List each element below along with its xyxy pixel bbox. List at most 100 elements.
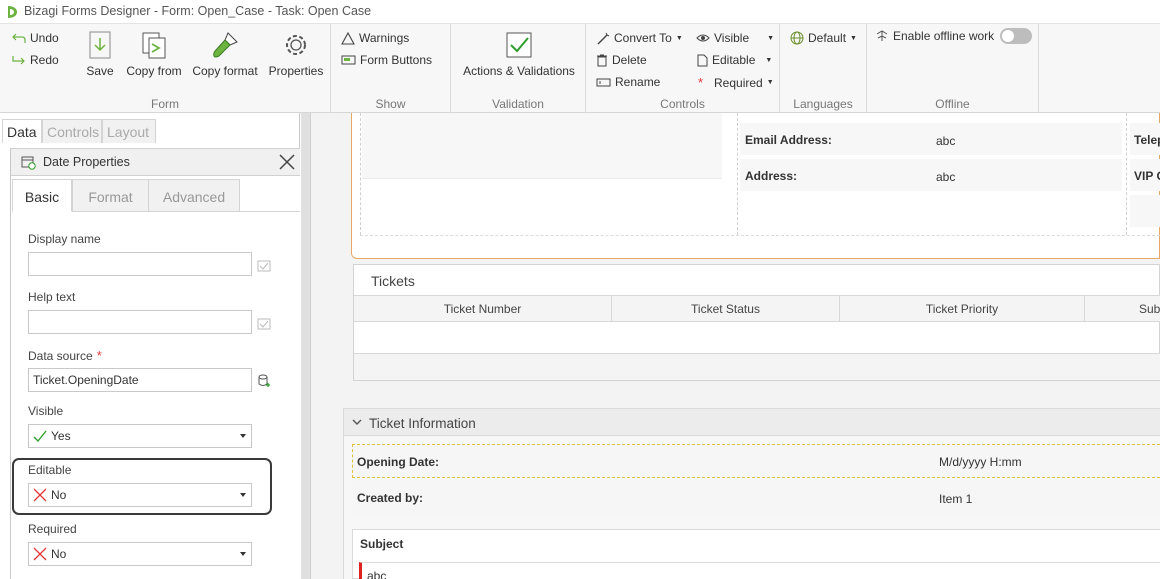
chevron-down-icon[interactable] [351,416,363,428]
tab-divider [148,211,300,212]
window-title: Bizagi Forms Designer - Form: Open_Case … [24,4,372,18]
display-name-field[interactable] [28,252,252,276]
group-label-validation: Validation [492,97,544,111]
ticket-information-header[interactable]: Ticket Information [343,408,1160,436]
rename-label: Rename [615,75,661,89]
canvas-scrollbar[interactable] [301,113,311,579]
warnings-button[interactable]: Warnings [341,31,409,45]
data-source-label: Data source * [28,348,102,363]
tab-layout[interactable]: Layout [102,119,156,143]
warning-icon [341,31,355,45]
bizagi-logo-icon [8,6,17,18]
required-label: Required [714,75,763,90]
visible-select[interactable]: Yes [28,424,252,448]
email-label: Email Address: [745,133,832,147]
column-ticket-priority[interactable]: Ticket Priority [840,295,1085,322]
convert-to-label: Convert To [614,31,672,45]
required-label: Required [28,522,77,536]
close-icon[interactable] [278,153,296,171]
wand-icon [597,32,610,44]
actions-validations-label: Actions & Validations [463,64,575,78]
group-label-offline: Offline [935,97,970,111]
checkbox-validation-icon [506,32,532,58]
help-text-field[interactable] [28,310,252,334]
tab-basic[interactable]: Basic [12,179,72,212]
undo-label: Undo [30,31,59,45]
subject-input[interactable]: abc [359,562,1160,579]
column-subject[interactable]: Sub [1085,295,1160,322]
redo-button[interactable]: Redo [12,53,59,67]
created-by-value: Item 1 [939,492,973,506]
properties-button[interactable]: Properties [266,30,326,78]
dashed-divider [360,235,1160,236]
copy-from-button[interactable]: Copy from [124,30,184,78]
group-label-controls: Controls [660,97,705,111]
tab-format[interactable]: Format [72,179,149,212]
x-icon [33,547,47,561]
offline-toggle-row: Enable offline work [875,28,1033,44]
form-buttons-button[interactable]: Form Buttons [341,53,432,67]
ticket-information-title: Ticket Information [369,416,476,431]
localize-icon[interactable] [257,259,271,273]
data-source-field[interactable] [28,368,252,392]
language-select[interactable]: Default ▼ [790,31,857,45]
tab-data[interactable]: Data [2,119,42,143]
convert-to-button[interactable]: Convert To ▼ [596,31,683,45]
ribbon-group-validation: Actions & Validations Validation [451,24,586,113]
localize-icon[interactable] [257,317,271,331]
copy-format-label: Copy format [192,64,258,78]
display-name-label: Display name [28,232,101,246]
actions-validations-button[interactable]: Actions & Validations [459,30,579,78]
subject-value: abc [367,569,387,579]
tab-controls[interactable]: Controls [42,119,102,143]
database-add-icon[interactable] [257,374,271,388]
globe-icon [790,31,804,45]
save-icon [89,31,111,59]
tab-advanced[interactable]: Advanced [148,179,240,212]
column-ticket-status[interactable]: Ticket Status [612,295,840,322]
save-button[interactable]: Save [86,30,114,78]
group-label-languages: Languages [793,97,853,111]
address-label: Address: [745,169,798,183]
required-select[interactable]: No [28,542,252,566]
save-label: Save [86,64,114,78]
rename-button[interactable]: Rename [596,75,660,89]
ribbon-group-offline: Enable offline work Offline [867,24,1039,113]
copy-format-button[interactable]: Copy format [190,30,260,78]
chevron-down-icon: ▼ [850,34,857,42]
ribbon-group-show: Warnings Form Buttons Show [331,24,451,113]
created-by-label: Created by: [357,491,424,505]
form-buttons-label: Form Buttons [360,53,433,67]
subject-label: Subject [360,537,404,551]
group-label-show: Show [375,97,406,111]
visible-button[interactable]: Visible ▼ [696,31,774,45]
offline-toggle[interactable] [1000,28,1033,44]
undo-button[interactable]: Undo [12,31,59,45]
help-text-label: Help text [28,290,76,304]
column-ticket-number[interactable]: Ticket Number [354,295,612,322]
brush-icon [213,32,238,58]
address-value: abc [936,170,956,184]
calendar-clock-icon [21,156,36,170]
delete-button[interactable]: Delete [596,53,647,67]
default-language-label: Default [808,31,847,45]
email-value: abc [936,134,956,148]
chevron-down-icon [240,434,246,438]
grid-footer [354,353,1160,380]
undo-icon [12,33,26,43]
gear-icon [286,35,306,55]
ribbon-toolbar: Undo Redo Save Copy from Copy format Pro… [0,24,1160,113]
required-button[interactable]: * Required ▼ [698,75,774,90]
copy-from-icon [142,32,166,59]
opening-date-control[interactable] [352,444,1160,478]
created-by-control[interactable] [352,481,1160,515]
asterisk-icon: * [698,75,704,90]
dashed-divider [1126,113,1127,235]
redo-label: Redo [30,53,59,67]
chevron-down-icon: ▼ [767,34,775,42]
offline-icon [876,30,888,41]
copy-from-label: Copy from [126,64,182,78]
editable-button[interactable]: Editable ▼ [696,53,772,67]
address-row[interactable] [740,159,1122,191]
data-source-label-text: Data source [28,349,93,363]
